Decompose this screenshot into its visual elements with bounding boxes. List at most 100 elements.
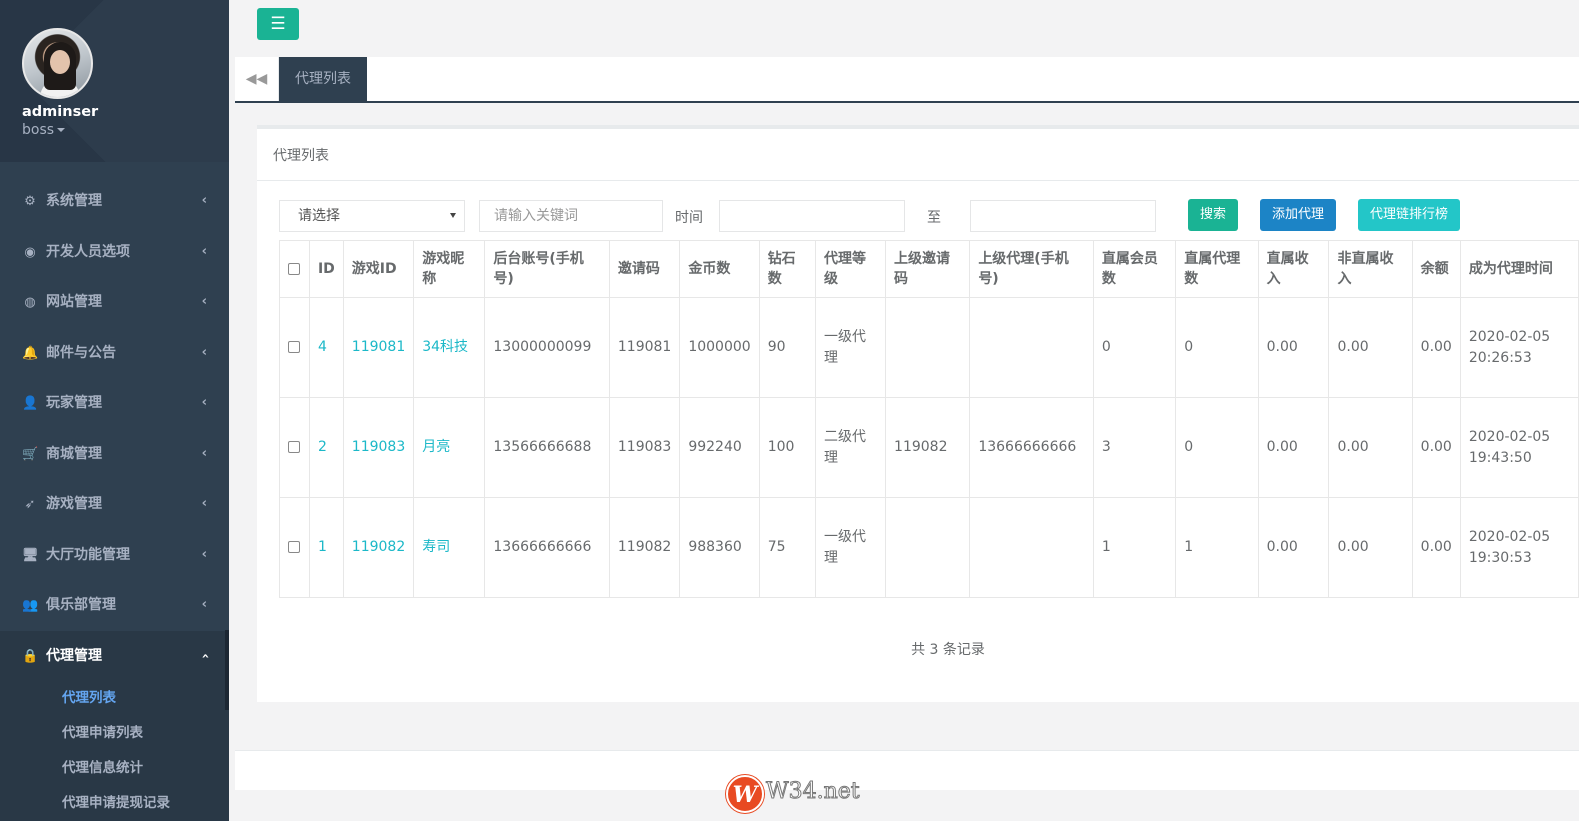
chevron-down-icon: ‹	[197, 652, 213, 659]
tab-agent-list[interactable]: 代理列表	[279, 57, 367, 101]
sidebar-menu: ⚙ 系统管理 ‹ ◉ 开发人员选项 ‹ ◍ 网站管理 ‹ 🔔 邮件与公告 ‹ 👤 玩家管理 ‹ 🛒 商…	[0, 176, 229, 821]
table-row: 1 119082 寿司 13666666666 119082 988360 75…	[279, 497, 1579, 598]
dropdown-arrow-icon	[450, 213, 456, 218]
sidebar-subitem-agent-withdrawals[interactable]: 代理申请提现记录	[0, 786, 229, 821]
menu-toggle-button[interactable]: ☰	[257, 8, 299, 40]
sidebar-item-label: 大厅功能管理	[46, 546, 130, 563]
double-chevron-left-icon: ◀◀	[245, 71, 268, 87]
column-header[interactable]: 后台账号(手机号)	[484, 240, 610, 298]
cell: 3	[1092, 397, 1177, 498]
sidebar-subitem-agent-stats[interactable]: 代理信息统计	[0, 751, 229, 786]
sidebar-item-website[interactable]: ◍ 网站管理 ‹	[0, 277, 229, 328]
sidebar-item-lobby[interactable]: 🖥 大厅功能管理 ‹	[0, 530, 229, 581]
avatar-face	[50, 50, 70, 74]
game-id-link[interactable]: 119082	[342, 497, 415, 598]
chevron-left-icon: ‹	[201, 344, 207, 360]
sidebar-item-players[interactable]: 👤 玩家管理 ‹	[0, 378, 229, 429]
row-checkbox[interactable]	[288, 341, 301, 353]
cell: 一级代理	[815, 297, 887, 398]
search-button[interactable]: 搜索	[1188, 199, 1239, 231]
caret-down-icon	[57, 128, 66, 132]
row-select-cell	[279, 297, 310, 398]
profile-panel: adminser boss	[0, 0, 229, 162]
sidebar-scrollbar[interactable]	[225, 630, 229, 710]
sidebar-item-label: 俱乐部管理	[46, 597, 116, 613]
row-checkbox[interactable]	[288, 441, 301, 453]
desktop-icon: 🖥	[22, 547, 39, 563]
column-header[interactable]: 上级代理(手机号)	[969, 240, 1094, 298]
game-id-link[interactable]: 119083	[342, 397, 415, 498]
nickname-link[interactable]: 34科技	[413, 297, 486, 398]
agent-id-link[interactable]: 4	[308, 297, 344, 398]
cell: 0.00	[1257, 497, 1330, 598]
column-header[interactable]: 成为代理时间	[1459, 240, 1579, 298]
cell: 0.00	[1411, 397, 1461, 498]
column-header[interactable]: 上级邀请码	[885, 240, 971, 298]
select-all-checkbox[interactable]	[288, 263, 301, 275]
cell: 13566666688	[484, 397, 610, 498]
keyword-input[interactable]: 请输入关键词	[479, 200, 663, 232]
sidebar-item-shop[interactable]: 🛒 商城管理 ‹	[0, 429, 229, 480]
start-time-input[interactable]	[719, 200, 905, 232]
column-header[interactable]: 游戏ID	[342, 240, 415, 298]
sidebar-item-games[interactable]: ➶ 游戏管理 ‹	[0, 479, 229, 530]
chevron-left-icon: ‹	[201, 243, 207, 259]
topbar: ☰	[229, 0, 1579, 57]
column-header[interactable]: 直属代理数	[1175, 240, 1259, 298]
users-icon: 👥	[22, 598, 39, 613]
row-checkbox[interactable]	[288, 541, 301, 553]
row-select-cell	[279, 397, 310, 498]
sidebar-item-label: 邮件与公告	[46, 344, 116, 361]
cell: 119082	[885, 397, 971, 498]
game-id-link[interactable]: 119081	[342, 297, 415, 398]
agent-id-link[interactable]: 2	[308, 397, 344, 498]
cell	[969, 497, 1094, 598]
sidebar-subitem-agent-list[interactable]: 代理列表	[0, 681, 229, 716]
column-header[interactable]: 直属会员数	[1092, 240, 1177, 298]
column-header[interactable]: 邀请码	[608, 240, 681, 298]
agent-table: ID 游戏ID 游戏昵称 后台账号(手机号) 邀请码 金币数 钻石数 代理等级 …	[279, 240, 1579, 598]
sidebar-item-club[interactable]: 👥 俱乐部管理 ‹	[0, 580, 229, 631]
content-panel: 代理列表 请选择 请输入关键词 时间 至 搜索 添加代理 代理链排行榜 ID 游…	[257, 125, 1579, 702]
sidebar-subitem-agent-applications[interactable]: 代理申请列表	[0, 716, 229, 751]
cell: 0.00	[1328, 297, 1413, 398]
column-header[interactable]: 钻石数	[758, 240, 817, 298]
nickname-link[interactable]: 月亮	[413, 397, 486, 498]
cell: 2020-02-05 19:30:53	[1459, 497, 1579, 598]
column-header[interactable]: 直属收入	[1257, 240, 1330, 298]
cell: 1	[1175, 497, 1259, 598]
sidebar-item-agent[interactable]: 🔒 代理管理 ‹	[0, 630, 229, 681]
cell: 119081	[608, 297, 681, 398]
profile-name: adminser	[22, 104, 99, 120]
sidebar-item-label: 玩家管理	[46, 395, 102, 411]
rocket-icon: ➶	[24, 497, 36, 512]
column-header[interactable]: 金币数	[679, 240, 760, 298]
category-select[interactable]: 请选择	[279, 200, 465, 232]
sidebar-item-system[interactable]: ⚙ 系统管理 ‹	[0, 176, 229, 227]
column-header[interactable]: 余额	[1411, 240, 1461, 298]
column-header[interactable]: 代理等级	[815, 240, 887, 298]
table-row: 4 119081 34科技 13000000099 119081 1000000…	[279, 297, 1579, 398]
footer	[235, 750, 1579, 790]
column-header[interactable]: ID	[308, 240, 344, 298]
cell: 119083	[608, 397, 681, 498]
sidebar-item-developer[interactable]: ◉ 开发人员选项 ‹	[0, 227, 229, 278]
nickname-link[interactable]: 寿司	[413, 497, 486, 598]
add-agent-button[interactable]: 添加代理	[1260, 199, 1337, 231]
cell: 988360	[679, 497, 760, 598]
agent-rank-button[interactable]: 代理链排行榜	[1358, 199, 1461, 231]
table-row: 2 119083 月亮 13566666688 119083 992240 10…	[279, 397, 1579, 498]
column-header[interactable]: 非直属收入	[1328, 240, 1413, 298]
column-header[interactable]: 游戏昵称	[413, 240, 486, 298]
agent-id-link[interactable]: 1	[308, 497, 344, 598]
cell: 0.00	[1257, 397, 1330, 498]
end-time-input[interactable]	[970, 200, 1156, 232]
time-label: 时间	[675, 210, 703, 226]
sidebar-item-mail[interactable]: 🔔 邮件与公告 ‹	[0, 328, 229, 379]
avatar[interactable]	[22, 28, 93, 99]
cell	[885, 297, 971, 398]
row-select-cell	[279, 497, 310, 598]
sidebar-item-label: 代理管理	[46, 647, 102, 664]
tab-scroll-left-button[interactable]: ◀◀	[235, 57, 279, 101]
profile-role-dropdown[interactable]: boss	[22, 122, 66, 138]
